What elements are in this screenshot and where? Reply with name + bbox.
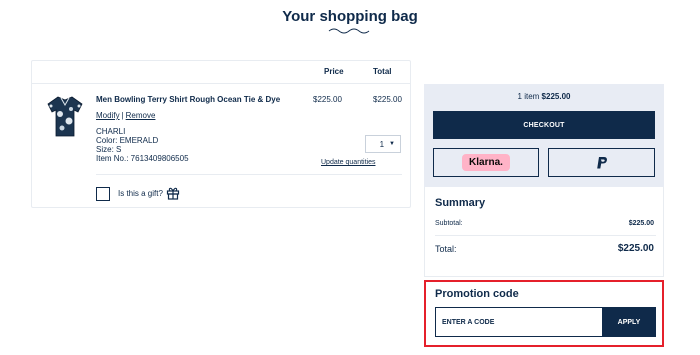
quantity-value: 1: [379, 139, 385, 149]
total-column-header: Total: [373, 67, 392, 76]
product-price: $225.00: [313, 95, 342, 104]
modify-link[interactable]: Modify: [96, 111, 120, 120]
items-amount: $225.00: [541, 92, 571, 101]
quantity-select[interactable]: 1 ▼: [365, 135, 401, 153]
total-value: $225.00: [617, 243, 654, 254]
wave-divider-icon: [328, 28, 370, 34]
items-count: 1 item: [517, 92, 540, 101]
header-divider: [32, 83, 410, 84]
promo-code-input[interactable]: [435, 307, 604, 337]
remove-link[interactable]: Remove: [126, 111, 156, 120]
product-brand: CHARLI: [96, 127, 126, 136]
item-actions: Modify | Remove: [96, 111, 155, 120]
price-column-header: Price: [324, 67, 344, 76]
product-total: $225.00: [373, 95, 402, 104]
summary-title: Summary: [435, 197, 486, 209]
paypal-icon: [596, 156, 607, 168]
summary-divider: [435, 235, 656, 236]
product-item-number: Item No.: 7613409806505: [96, 154, 189, 163]
promotion-code-panel: Promotion code APPLY: [424, 280, 664, 347]
items-summary: 1 item $225.00: [424, 92, 664, 101]
page-title: Your shopping bag: [282, 8, 418, 25]
update-quantities-link[interactable]: Update quantities: [321, 159, 375, 166]
product-image[interactable]: [46, 94, 84, 138]
checkout-panel: 1 item $225.00 CHECKOUT Klarna.: [424, 84, 664, 187]
subtotal-value: $225.00: [628, 220, 654, 227]
paypal-button[interactable]: [548, 148, 655, 177]
klarna-logo: Klarna.: [462, 154, 510, 171]
cart-items-panel: Price Total Men Bowling Terry Shirt Roug…: [31, 60, 411, 208]
gift-label: Is this a gift?: [118, 189, 163, 198]
chevron-down-icon: ▼: [389, 141, 395, 147]
apply-button[interactable]: APPLY: [602, 307, 656, 337]
summary-panel: Summary Subtotal: $225.00 Total: $225.00: [424, 187, 664, 277]
product-color: Color: EMERALD: [96, 136, 159, 145]
klarna-button[interactable]: Klarna.: [433, 148, 539, 177]
product-size: Size: S: [96, 145, 122, 154]
subtotal-label: Subtotal:: [435, 220, 463, 227]
checkout-button[interactable]: CHECKOUT: [433, 111, 655, 139]
gift-icon: [166, 187, 180, 200]
row-divider: [96, 174, 402, 175]
gift-checkbox[interactable]: [96, 187, 110, 201]
total-label: Total:: [435, 244, 457, 254]
product-name[interactable]: Men Bowling Terry Shirt Rough Ocean Tie …: [96, 95, 280, 104]
promo-title: Promotion code: [435, 288, 519, 300]
